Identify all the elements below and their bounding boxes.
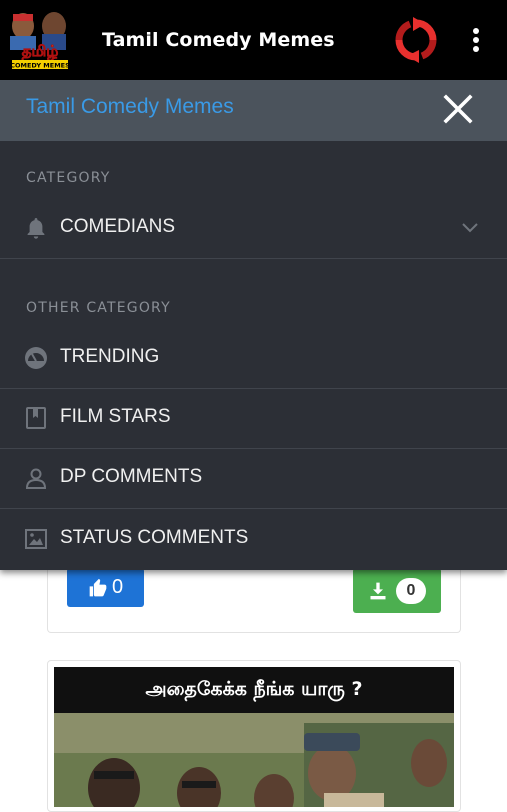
other-category-section-label: OTHER CATEGORY [26, 300, 171, 316]
svg-text:தமிழ்: தமிழ் [22, 42, 59, 61]
like-button[interactable]: 0 [67, 568, 144, 607]
drawer-title: Tamil Comedy Memes [26, 95, 234, 118]
category-section-label: CATEGORY [26, 170, 111, 186]
meme-feed: 0 0 அதைகேக்க நீங்க யாரு ? [0, 560, 507, 812]
divider [0, 258, 507, 259]
drawer-header: Tamil Comedy Memes [0, 80, 507, 141]
app-title: Tamil Comedy Memes [102, 29, 335, 51]
close-icon[interactable] [443, 94, 473, 124]
image-icon [25, 529, 47, 549]
app-logo[interactable]: தமிழ் COMEDY MEMES [6, 6, 74, 72]
meme-card: 0 0 [47, 560, 461, 633]
thumbs-up-icon [89, 578, 107, 596]
refresh-icon[interactable] [393, 17, 439, 63]
bookmark-icon [26, 407, 46, 429]
meme-image[interactable]: அதைகேக்க நீங்க யாரு ? [54, 667, 454, 807]
person-icon [25, 468, 47, 489]
navigation-drawer: Tamil Comedy Memes CATEGORY COMEDIANS OT… [0, 80, 507, 570]
overflow-menu-icon[interactable] [464, 26, 488, 54]
download-count: 0 [396, 577, 426, 604]
meme-photo [54, 713, 454, 807]
download-button[interactable]: 0 [353, 568, 441, 613]
drawer-item-label: STATUS COMMENTS [60, 527, 249, 548]
drawer-item-trending[interactable]: TRENDING [0, 328, 507, 388]
meme-card: அதைகேக்க நீங்க யாரு ? [47, 660, 461, 812]
bell-icon [27, 218, 45, 239]
download-icon [370, 582, 386, 599]
svg-text:COMEDY MEMES: COMEDY MEMES [10, 62, 70, 70]
app-bar: தமிழ் COMEDY MEMES Tamil Comedy Memes [0, 0, 507, 80]
meme-caption: அதைகேக்க நீங்க யாரு ? [54, 667, 454, 713]
drawer-item-label: DP COMMENTS [60, 466, 203, 487]
drawer-item-comedians[interactable]: COMEDIANS [0, 198, 507, 258]
drawer-item-label: COMEDIANS [60, 216, 176, 237]
drawer-item-label: TRENDING [60, 346, 160, 367]
drawer-item-label: FILM STARS [60, 406, 171, 427]
like-count: 0 [111, 576, 124, 598]
drawer-item-film-stars[interactable]: FILM STARS [0, 388, 507, 448]
chevron-down-icon[interactable] [460, 220, 480, 236]
drawer-item-dp-comments[interactable]: DP COMMENTS [0, 448, 507, 508]
drawer-item-status-comments[interactable]: STATUS COMMENTS [0, 509, 507, 569]
gauge-icon [25, 347, 47, 369]
